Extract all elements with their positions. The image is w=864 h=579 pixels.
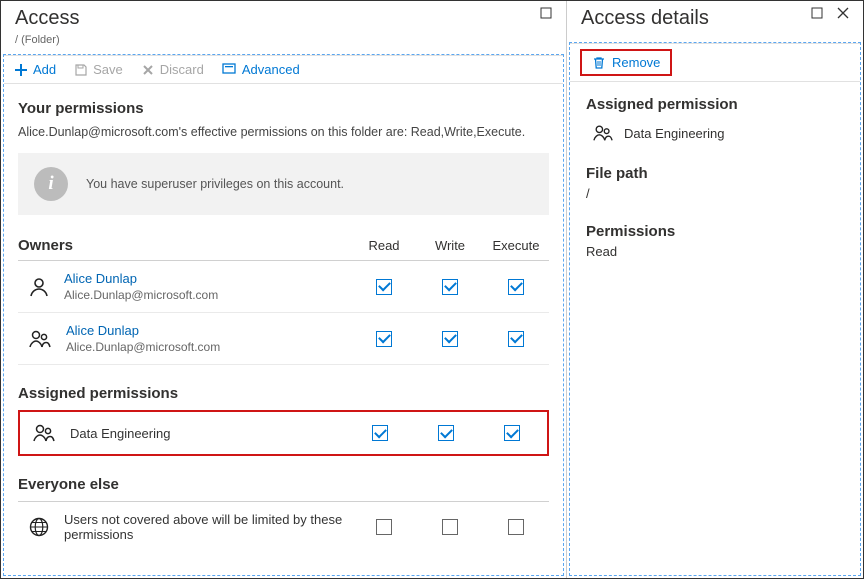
app-root: Access / (Folder) Add Save <box>0 0 864 579</box>
assigned-permission-row: Data Engineering <box>586 123 844 143</box>
toolbar: Add Save Discard Advanced <box>4 55 563 84</box>
remove-button[interactable]: Remove <box>580 49 672 76</box>
col-execute: Execute <box>483 238 549 253</box>
access-header: Access <box>1 1 566 34</box>
info-icon: i <box>34 167 68 201</box>
globe-icon <box>28 516 50 538</box>
permissions-label: Permissions <box>586 223 844 240</box>
assigned-permission-name: Data Engineering <box>624 126 724 141</box>
your-permissions-title: Your permissions <box>18 100 549 117</box>
close-icon[interactable] <box>837 7 849 22</box>
owner-email: Alice.Dunlap@microsoft.com <box>64 288 218 302</box>
person-icon <box>28 276 50 298</box>
details-content: Assigned permission Data Engineering Fil… <box>570 82 860 273</box>
checkbox-write[interactable] <box>442 331 458 347</box>
advanced-icon <box>222 62 237 77</box>
details-panel: Access details Remove Assigned permissio… <box>567 1 863 578</box>
checkbox-execute[interactable] <box>504 425 520 441</box>
advanced-button[interactable]: Advanced <box>222 62 300 77</box>
details-title: Access details <box>581 7 709 30</box>
access-title: Access <box>15 7 79 30</box>
your-permissions-desc: Alice.Dunlap@microsoft.com's effective p… <box>18 125 549 139</box>
owner-name[interactable]: Alice Dunlap <box>66 323 220 338</box>
plus-icon <box>14 63 28 77</box>
assigned-permissions-title: Assigned permissions <box>18 385 549 402</box>
everyone-row: Users not covered above will be limited … <box>18 502 549 552</box>
checkbox-read[interactable] <box>372 425 388 441</box>
filepath-value: / <box>586 186 844 201</box>
details-header: Access details <box>567 1 863 34</box>
maximize-icon[interactable] <box>811 7 823 22</box>
checkbox-write[interactable] <box>442 519 458 535</box>
assigned-permission-label: Assigned permission <box>586 96 844 113</box>
checkbox-read[interactable] <box>376 331 392 347</box>
checkbox-read[interactable] <box>376 279 392 295</box>
assigned-row[interactable]: Data Engineering <box>22 414 545 452</box>
details-inner: Remove Assigned permission Data Engineer… <box>569 42 861 576</box>
everyone-block: Users not covered above will be limited … <box>18 501 549 552</box>
window-controls-left <box>540 7 552 22</box>
group-icon <box>32 422 56 444</box>
discard-button[interactable]: Discard <box>141 62 204 77</box>
window-controls-right <box>811 7 849 22</box>
access-panel: Access / (Folder) Add Save <box>1 1 567 578</box>
filepath-label: File path <box>586 165 844 182</box>
add-button[interactable]: Add <box>14 62 56 77</box>
everyone-else-title: Everyone else <box>18 476 549 493</box>
save-icon <box>74 63 88 77</box>
owner-name[interactable]: Alice Dunlap <box>64 271 218 286</box>
col-read: Read <box>351 238 417 253</box>
owners-header: Owners Read Write Execute <box>18 237 549 261</box>
info-text: You have superuser privileges on this ac… <box>86 177 344 191</box>
access-content: Your permissions Alice.Dunlap@microsoft.… <box>4 84 563 575</box>
maximize-icon[interactable] <box>540 7 552 22</box>
group-icon <box>28 328 52 350</box>
checkbox-write[interactable] <box>442 279 458 295</box>
trash-icon <box>592 56 606 70</box>
col-owners: Owners <box>18 237 351 254</box>
owner-name-block: Alice Dunlap Alice.Dunlap@microsoft.com <box>64 271 218 302</box>
owner-name-block: Alice Dunlap Alice.Dunlap@microsoft.com <box>66 323 220 354</box>
group-icon <box>592 123 614 143</box>
save-button[interactable]: Save <box>74 62 123 77</box>
owner-row: Alice Dunlap Alice.Dunlap@microsoft.com <box>18 313 549 365</box>
access-inner: Add Save Discard Advanced Your permissio… <box>3 54 564 576</box>
checkbox-read[interactable] <box>376 519 392 535</box>
owners-table: Owners Read Write Execute Alice Dunlap <box>18 237 549 365</box>
checkbox-write[interactable] <box>438 425 454 441</box>
assigned-highlight: Data Engineering <box>18 410 549 456</box>
assigned-name: Data Engineering <box>70 426 170 441</box>
owner-row: Alice Dunlap Alice.Dunlap@microsoft.com <box>18 261 549 313</box>
access-subtitle: / (Folder) <box>1 34 566 52</box>
details-toolbar: Remove <box>570 43 860 82</box>
checkbox-execute[interactable] <box>508 331 524 347</box>
col-write: Write <box>417 238 483 253</box>
owner-email: Alice.Dunlap@microsoft.com <box>66 340 220 354</box>
checkbox-execute[interactable] <box>508 279 524 295</box>
checkbox-execute[interactable] <box>508 519 524 535</box>
everyone-text: Users not covered above will be limited … <box>64 512 344 542</box>
permissions-value: Read <box>586 244 844 259</box>
x-icon <box>141 63 155 77</box>
info-banner: i You have superuser privileges on this … <box>18 153 549 215</box>
